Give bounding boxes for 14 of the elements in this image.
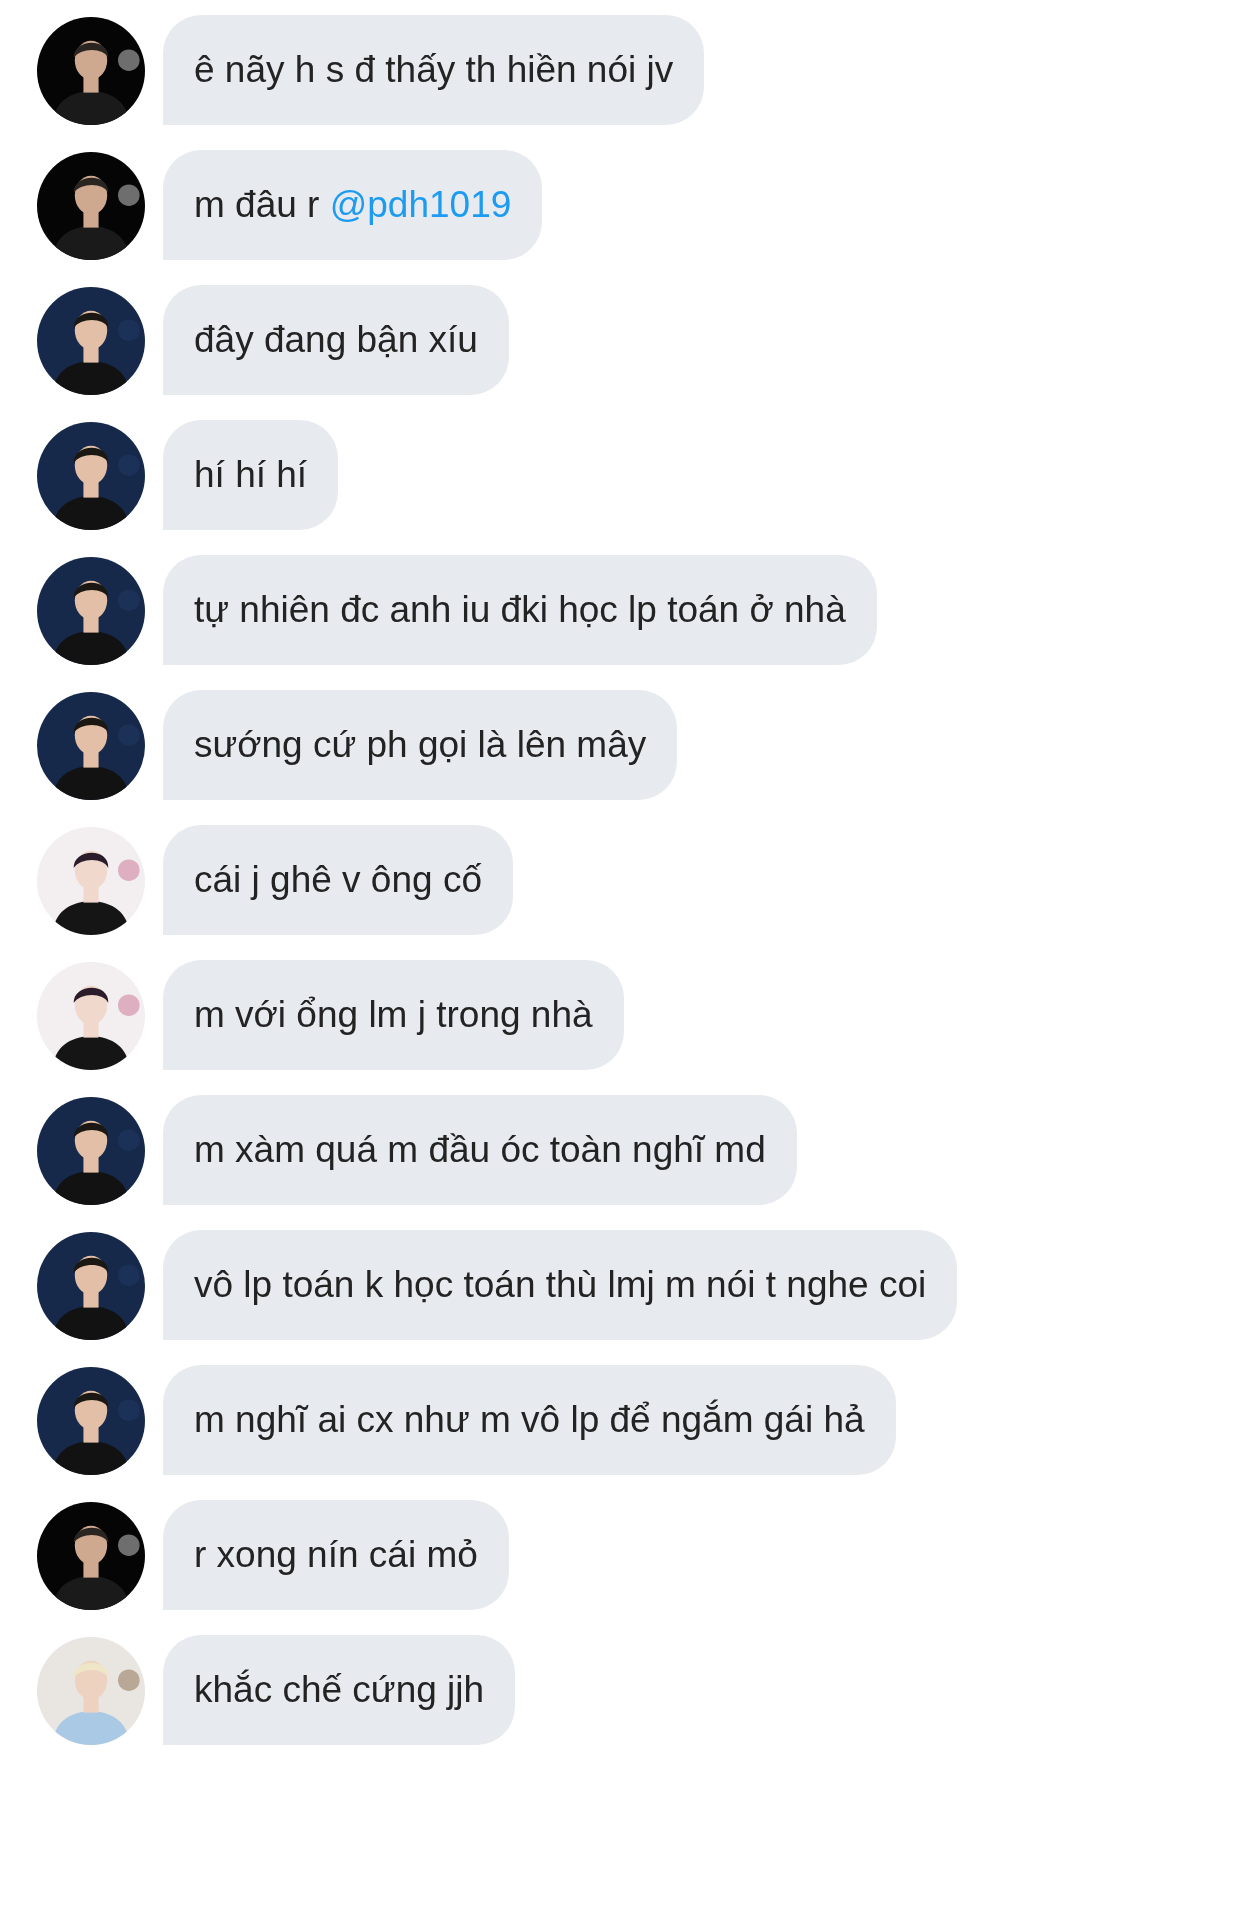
message-text: tự nhiên đc anh iu đki học lp toán ở nhà xyxy=(194,588,846,632)
message-text: r xong nín cái mỏ xyxy=(194,1533,478,1577)
message-text: ê nãy h s đ thấy th hiền nói jv xyxy=(194,48,674,92)
message-text: hí hí hí xyxy=(194,453,308,497)
message-text: vô lp toán k học toán thù lmj m nói t nghe coi xyxy=(194,1263,927,1307)
message-text: m với ổng lm j trong nhà xyxy=(194,993,593,1037)
message-text: m đâu r @pdh1019 xyxy=(194,183,512,227)
message-text: khắc chế cứng jjh xyxy=(194,1668,485,1712)
message-text: m nghĩ ai cx như m vô lp để ngắm gái hả xyxy=(194,1398,865,1442)
message-text: m xàm quá m đầu óc toàn nghĩ md xyxy=(194,1128,766,1172)
mention-link[interactable]: @pdh1019 xyxy=(329,184,512,225)
message-text: cái j ghê v ông cố xyxy=(194,858,482,902)
message-text: đây đang bận xíu xyxy=(194,318,478,362)
message-text: sướng cứ ph gọi là lên mây xyxy=(194,723,647,767)
